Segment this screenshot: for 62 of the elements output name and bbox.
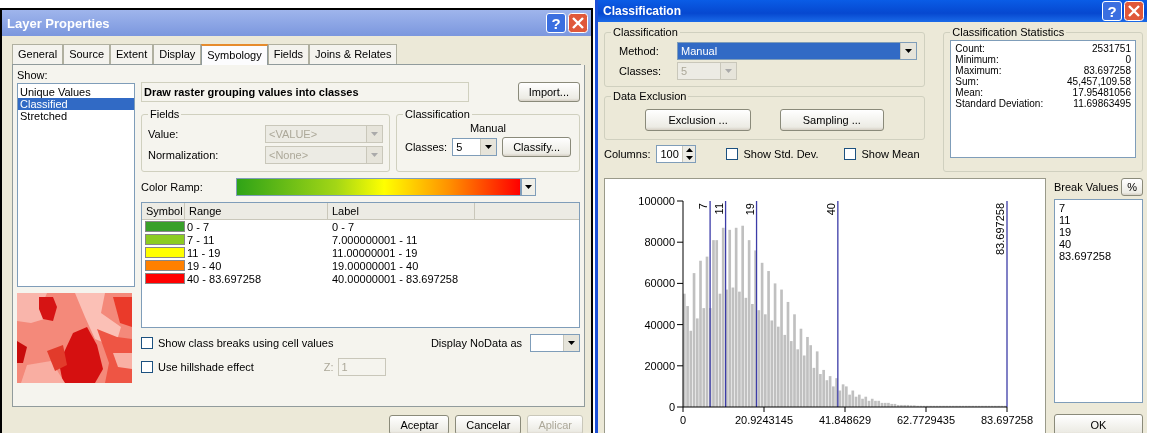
stat-value: 11.69863495 <box>1073 98 1131 109</box>
stat-label: Count: <box>955 43 985 54</box>
axis-label: 0 <box>668 401 675 413</box>
stat-label: Minimum: <box>955 54 999 65</box>
window-title: Layer Properties <box>7 15 110 31</box>
axis-label: 0 <box>679 414 687 426</box>
stat-value: 17.95481056 <box>1072 87 1131 98</box>
field-label: Columns: <box>604 148 651 160</box>
stat-value: 45,457,109.58 <box>1067 76 1131 87</box>
axis-label: 62.7729435 <box>896 414 956 426</box>
window-title: Classification <box>603 4 682 18</box>
stat-label: Sum: <box>955 76 979 87</box>
table-cell-text: 19.00000001 - 40 <box>331 259 419 272</box>
field-label: Z: <box>323 361 334 373</box>
list-label: Break Values <box>1054 181 1119 193</box>
axis-label: 20000 <box>644 359 675 372</box>
table-cell-text: 11 - 19 <box>186 246 222 259</box>
table-cell-text: 0 - 7 <box>186 220 210 233</box>
table-cell-text: 11.00000001 - 19 <box>331 246 418 259</box>
checkbox-label: Show Mean <box>861 148 920 160</box>
break-label: 19 <box>743 203 756 216</box>
table-cell-text: 7.000000001 - 11 <box>331 233 418 246</box>
group-title: Classification <box>404 108 471 120</box>
axis-label: 100000 <box>638 195 675 207</box>
table-cell-text: 40 - 83.697258 <box>186 272 262 285</box>
break-label: 40 <box>824 203 837 216</box>
axis-label: 40000 <box>644 318 675 331</box>
field-label: Color Ramp: <box>141 181 204 193</box>
checkbox-label: Use hillshade effect <box>158 361 254 373</box>
field-label: Classes: <box>404 141 448 153</box>
checkbox-label: Show class breaks using cell values <box>158 337 334 349</box>
axis-label: 83.697258 <box>981 414 1033 426</box>
stat-value: 83.697258 <box>1083 65 1131 76</box>
axis-label: 80000 <box>644 236 675 249</box>
table-cell-text: 40.00000001 - 83.697258 <box>331 272 458 285</box>
field-label: Normalization: <box>148 149 219 161</box>
list-label: Show: <box>17 69 49 81</box>
group-title: Fields <box>149 108 181 120</box>
break-label: 7 <box>697 203 710 210</box>
field-label: Classes: <box>619 65 663 77</box>
group-title: Classification Statistics <box>951 26 1066 38</box>
field-label: Display NoData as <box>430 337 522 349</box>
axis-label: 20.9243145 <box>734 414 794 426</box>
group-title: Classification <box>612 26 679 38</box>
table-cell-text: 19 - 40 <box>186 259 223 272</box>
checkbox-label: Show Std. Dev. <box>743 148 819 160</box>
stat-label: Maximum: <box>955 65 1002 76</box>
group-title: Data Exclusion <box>612 90 688 102</box>
section-heading: Draw raster grouping values into classes <box>141 82 469 102</box>
break-label: 11 <box>712 203 725 215</box>
stat-label: Standard Deviation: <box>955 98 1044 109</box>
method-value: Manual <box>469 122 507 134</box>
axis-label: 41.848629 <box>819 414 871 426</box>
stat-label: Mean: <box>955 87 984 98</box>
field-label: Method: <box>619 45 660 57</box>
table-cell-text: 0 - 7 <box>331 220 354 233</box>
table-cell-text: 7 - 11 <box>186 233 216 246</box>
field-label: Value: <box>148 128 179 140</box>
axis-label: 60000 <box>644 277 675 290</box>
stat-value: 2531751 <box>1092 43 1131 54</box>
stat-value: 0 <box>1125 54 1131 65</box>
break-label: 83.697258 <box>994 203 1006 255</box>
